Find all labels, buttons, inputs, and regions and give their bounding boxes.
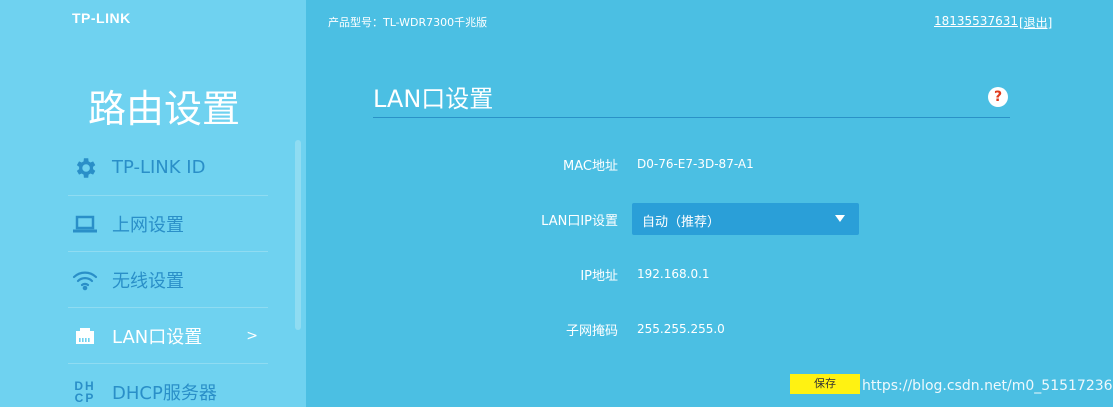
sidebar-title: 路由设置 [88,87,241,131]
chevron-right-icon: > [246,327,258,344]
save-button[interactable]: 保存 [790,374,860,394]
account-link[interactable]: 18135537631 [934,14,1018,28]
tp-link-logo[interactable]: TP-LINK [72,10,131,26]
mac-value: D0-76-E7-3D-87-A1 [637,157,754,171]
ip-label: IP地址 [580,269,618,284]
subnet-mask-value: 255.255.255.0 [637,322,725,336]
product-model: 产品型号：TL-WDR7300千兆版 [328,16,488,29]
mac-label: MAC地址 [563,159,618,174]
sidebar-item-internet[interactable]: 上网设置 [68,196,268,252]
sidebar-menu: TP-LINK ID 上网设置 无线设置 LAN口设置 > DH CP DHCP服… [68,140,268,407]
logout-link[interactable]: [退出] [1019,14,1052,31]
sidebar-item-label: LAN口设置 [112,326,203,348]
watermark-text: https://blog.csdn.net/m0_51517236 [862,378,1113,394]
sidebar-item-lan[interactable]: LAN口设置 > [68,308,268,364]
sidebar-item-label: DHCP服务器 [112,382,217,404]
sidebar-item-label: 无线设置 [112,270,184,292]
sidebar-item-dhcp[interactable]: DH CP DHCP服务器 [68,364,268,407]
help-icon[interactable]: ? [988,87,1008,107]
sidebar-item-label: 上网设置 [112,214,184,236]
sidebar: TP-LINK 路由设置 TP-LINK ID 上网设置 无线设置 LAN口设置 [0,0,306,407]
gear-icon [70,154,100,182]
lan-port-icon [70,322,100,350]
dropdown-caret-icon [835,215,845,222]
sidebar-item-tp-link-id[interactable]: TP-LINK ID [68,140,268,196]
laptop-icon [70,210,100,238]
lan-ip-mode-value: 自动（推荐） [642,215,721,230]
wifi-icon [70,266,100,294]
sidebar-item-label: TP-LINK ID [112,157,206,178]
page-title: LAN口设置 [373,85,494,113]
title-divider [373,117,1010,118]
subnet-mask-label: 子网掩码 [565,324,618,339]
ip-value: 192.168.0.1 [637,267,710,281]
sidebar-scrollbar[interactable] [295,140,301,330]
lan-ip-mode-label: LAN口IP设置 [541,214,618,229]
dhcp-icon: DH CP [74,378,96,405]
lan-ip-mode-select[interactable]: 自动（推荐） [632,203,859,235]
sidebar-item-wireless[interactable]: 无线设置 [68,252,268,308]
